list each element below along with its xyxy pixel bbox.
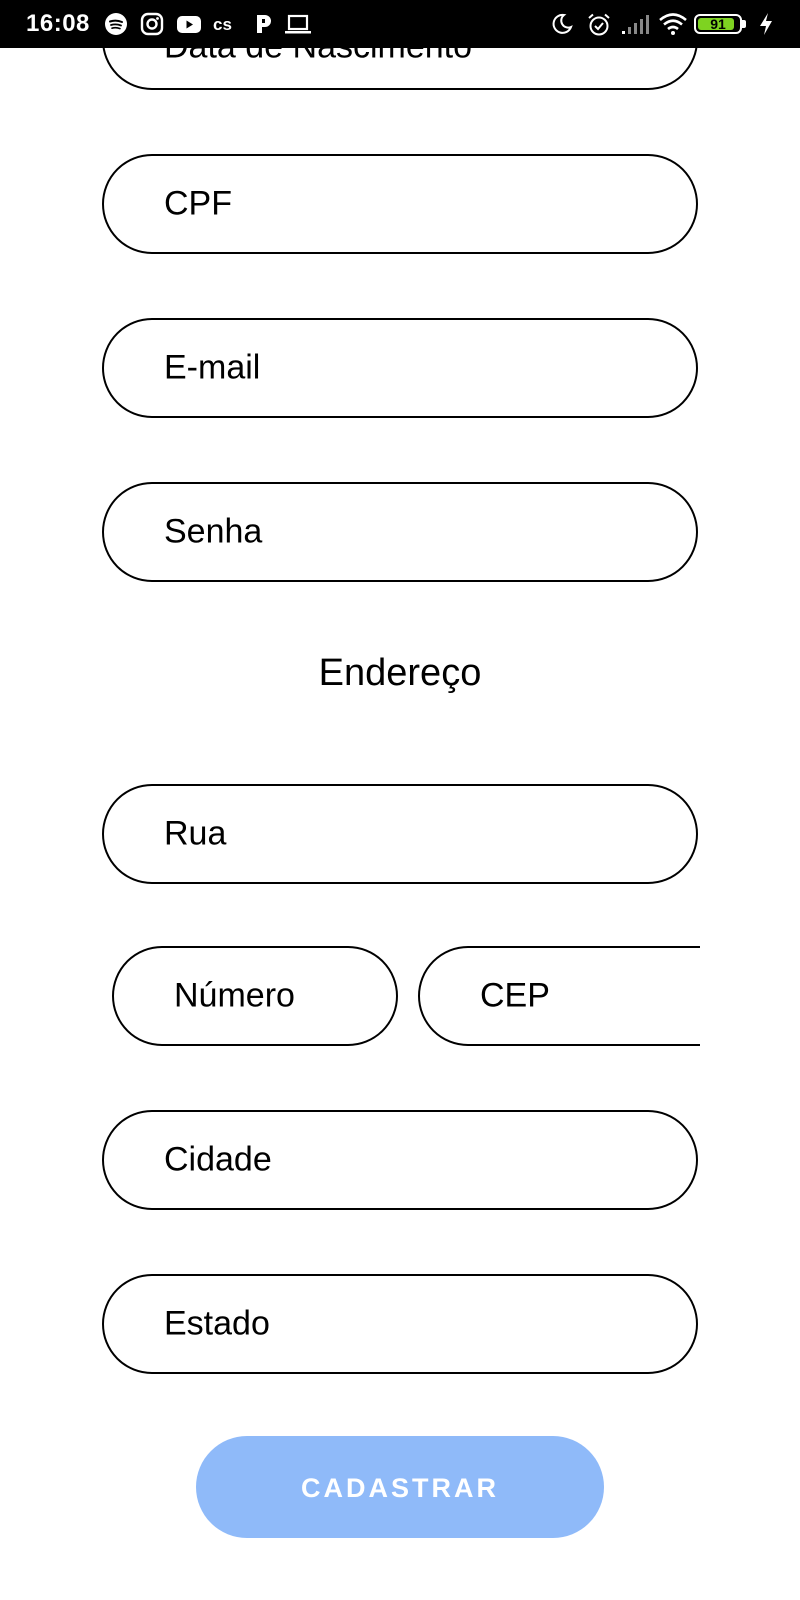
city-label: Cidade [164, 1140, 272, 1179]
charging-icon [756, 12, 782, 36]
zip-field[interactable]: CEP [418, 946, 700, 1046]
status-bar: 16:08 cs 91 [0, 0, 800, 48]
state-label: Estado [164, 1304, 270, 1343]
battery-level: 91 [710, 16, 726, 32]
zip-field-clip: CEP [408, 944, 700, 1048]
moon-icon [550, 12, 576, 36]
email-field[interactable]: E-mail [102, 318, 698, 418]
email-label: E-mail [164, 348, 261, 387]
cpf-field[interactable]: CPF [102, 154, 698, 254]
alarm-icon [586, 12, 612, 36]
street-field[interactable]: Rua [102, 784, 698, 884]
register-button[interactable]: CADASTRAR [196, 1436, 604, 1538]
wifi-icon [658, 12, 687, 36]
spotify-icon [104, 12, 130, 36]
signal-icon [620, 12, 649, 36]
password-label: Senha [164, 512, 263, 551]
cpf-label: CPF [164, 184, 232, 223]
battery-icon: 91 [694, 14, 750, 36]
svg-text:cs: cs [213, 15, 232, 34]
city-field[interactable]: Cidade [102, 1110, 698, 1210]
address-section-title: Endereço [318, 652, 482, 694]
status-time: 16:08 [26, 10, 90, 37]
number-field[interactable]: Número [112, 946, 398, 1046]
state-field[interactable]: Estado [102, 1274, 698, 1374]
number-label: Número [174, 976, 295, 1015]
youtube-icon [176, 12, 202, 36]
street-label: Rua [164, 814, 227, 853]
password-field[interactable]: Senha [102, 482, 698, 582]
lastfm-icon: cs [212, 12, 238, 36]
zip-label: CEP [480, 976, 550, 1015]
laptop-icon [284, 12, 311, 36]
pandora-icon [252, 12, 278, 36]
instagram-icon [140, 12, 166, 36]
